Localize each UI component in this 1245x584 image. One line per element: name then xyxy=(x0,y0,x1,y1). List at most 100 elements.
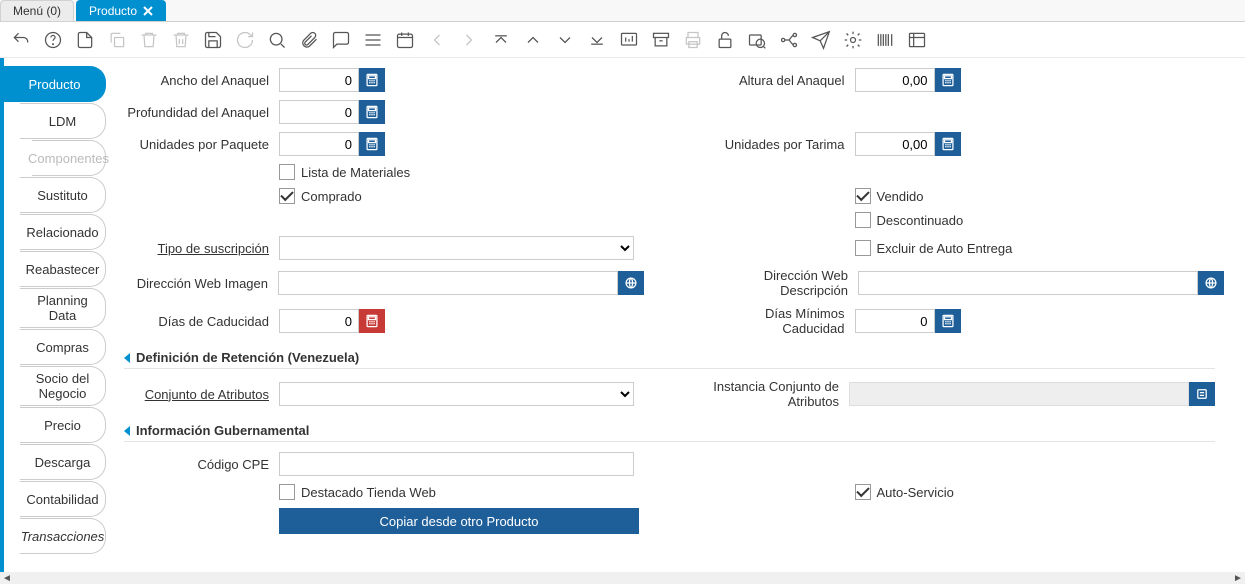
input-unidades-paquete[interactable] xyxy=(279,132,359,156)
send-icon[interactable] xyxy=(810,29,832,51)
delete2-icon xyxy=(170,29,192,51)
attach-icon[interactable] xyxy=(298,29,320,51)
form-icon[interactable] xyxy=(906,29,928,51)
report-icon[interactable] xyxy=(618,29,640,51)
check-auto-servicio[interactable] xyxy=(855,484,871,500)
input-direccion-imagen[interactable] xyxy=(278,271,618,295)
checklabel-comprado: Comprado xyxy=(301,189,362,204)
calc-ancho[interactable] xyxy=(359,68,385,92)
save-icon[interactable] xyxy=(202,29,224,51)
label-instancia-atributos: Instancia Conjunto de Atributos xyxy=(695,379,849,409)
sidetab-transacciones[interactable]: Transacciones xyxy=(20,518,106,554)
check-descontinuado[interactable] xyxy=(855,212,871,228)
input-profundidad[interactable] xyxy=(279,100,359,124)
chat-icon[interactable] xyxy=(330,29,352,51)
tab-producto[interactable]: Producto xyxy=(76,0,166,21)
collapse-icon[interactable] xyxy=(124,426,130,436)
list-icon[interactable] xyxy=(362,29,384,51)
input-unidades-tarima[interactable] xyxy=(855,132,935,156)
checklabel-lista-materiales: Lista de Materiales xyxy=(301,165,410,180)
undo-icon[interactable] xyxy=(10,29,32,51)
input-dias-caducidad[interactable] xyxy=(279,309,359,333)
archive-icon[interactable] xyxy=(650,29,672,51)
sidetab-componentes[interactable]: Componentes xyxy=(32,140,106,176)
calc-dias-caducidad[interactable] xyxy=(359,309,385,333)
sidetab-descarga[interactable]: Descarga xyxy=(20,444,106,480)
calc-unidades-tarima[interactable] xyxy=(935,132,961,156)
readonly-instancia-atributos xyxy=(849,382,1189,406)
section-retencion: Definición de Retención (Venezuela) xyxy=(124,350,1215,369)
calc-unidades-paquete[interactable] xyxy=(359,132,385,156)
toolbar xyxy=(0,22,1245,58)
sidetab-precio[interactable]: Precio xyxy=(20,407,106,443)
input-direccion-desc[interactable] xyxy=(858,271,1198,295)
side-tabbar: Producto LDM Componentes Sustituto Relac… xyxy=(0,58,106,572)
checklabel-vendido: Vendido xyxy=(877,189,924,204)
label-dias-minimos: Días Mínimos Caducidad xyxy=(700,306,855,336)
zoom-icon[interactable] xyxy=(746,29,768,51)
gear-icon[interactable] xyxy=(842,29,864,51)
copy-product-button[interactable]: Copiar desde otro Producto xyxy=(279,508,639,534)
check-vendido[interactable] xyxy=(855,188,871,204)
next-icon xyxy=(458,29,480,51)
select-conjunto-atributos[interactable] xyxy=(279,382,634,406)
check-excluir-auto[interactable] xyxy=(855,240,871,256)
btn-instancia-atributos[interactable] xyxy=(1189,382,1215,406)
sidetab-relacionado[interactable]: Relacionado xyxy=(20,214,106,250)
sidetab-contabilidad[interactable]: Contabilidad xyxy=(20,481,106,517)
sidetab-ldm[interactable]: LDM xyxy=(20,103,106,139)
sidetab-socio[interactable]: Socio del Negocio xyxy=(20,366,106,406)
lock-icon[interactable] xyxy=(714,29,736,51)
help-icon[interactable] xyxy=(42,29,64,51)
calc-profundidad[interactable] xyxy=(359,100,385,124)
label-unidades-paquete: Unidades por Paquete xyxy=(124,137,279,152)
checklabel-excluir-auto: Excluir de Auto Entrega xyxy=(877,241,1013,256)
input-altura[interactable] xyxy=(855,68,935,92)
last-icon[interactable] xyxy=(586,29,608,51)
sidetab-sustituto[interactable]: Sustituto xyxy=(20,177,106,213)
scroll-left-icon[interactable]: ◄ xyxy=(0,572,14,584)
scroll-right-icon[interactable]: ► xyxy=(1231,572,1245,584)
copy-icon xyxy=(106,29,128,51)
calc-altura[interactable] xyxy=(935,68,961,92)
down-icon[interactable] xyxy=(554,29,576,51)
globe-direccion-desc[interactable] xyxy=(1198,271,1224,295)
prev-icon xyxy=(426,29,448,51)
input-ancho[interactable] xyxy=(279,68,359,92)
check-comprado[interactable] xyxy=(279,188,295,204)
calc-dias-minimos[interactable] xyxy=(935,309,961,333)
new-icon[interactable] xyxy=(74,29,96,51)
sidetab-compras[interactable]: Compras xyxy=(20,329,106,365)
label-ancho: Ancho del Anaquel xyxy=(124,73,279,88)
workflow-icon[interactable] xyxy=(778,29,800,51)
sidetab-planning[interactable]: Planning Data xyxy=(20,288,106,328)
search-icon[interactable] xyxy=(266,29,288,51)
input-dias-minimos[interactable] xyxy=(855,309,935,333)
bottom-scrollbar[interactable]: ◄ ► xyxy=(0,572,1245,584)
label-altura: Altura del Anaquel xyxy=(700,73,855,88)
check-destacado-tienda[interactable] xyxy=(279,484,295,500)
input-codigo-cpe[interactable] xyxy=(279,452,634,476)
barcode-icon[interactable] xyxy=(874,29,896,51)
form-content: Ancho del Anaquel Altura del Anaquel Pro… xyxy=(106,58,1245,572)
globe-direccion-imagen[interactable] xyxy=(618,271,644,295)
checklabel-auto-servicio: Auto-Servicio xyxy=(877,485,954,500)
delete-icon xyxy=(138,29,160,51)
label-tipo-suscripcion: Tipo de suscripción xyxy=(124,241,279,256)
tab-menu[interactable]: Menú (0) xyxy=(0,0,74,21)
close-icon[interactable] xyxy=(143,6,153,16)
checklabel-destacado-tienda: Destacado Tienda Web xyxy=(301,485,436,500)
label-codigo-cpe: Código CPE xyxy=(124,457,279,472)
up-icon[interactable] xyxy=(522,29,544,51)
label-dias-caducidad: Días de Caducidad xyxy=(124,314,279,329)
checklabel-descontinuado: Descontinuado xyxy=(877,213,964,228)
section-gubernamental: Información Gubernamental xyxy=(124,423,1215,442)
calendar-icon[interactable] xyxy=(394,29,416,51)
first-icon[interactable] xyxy=(490,29,512,51)
label-conjunto-atributos: Conjunto de Atributos xyxy=(124,387,279,402)
sidetab-producto[interactable]: Producto xyxy=(4,66,106,102)
check-lista-materiales[interactable] xyxy=(279,164,295,180)
sidetab-reabastecer[interactable]: Reabastecer xyxy=(20,251,106,287)
collapse-icon[interactable] xyxy=(124,353,130,363)
select-tipo-suscripcion[interactable] xyxy=(279,236,634,260)
